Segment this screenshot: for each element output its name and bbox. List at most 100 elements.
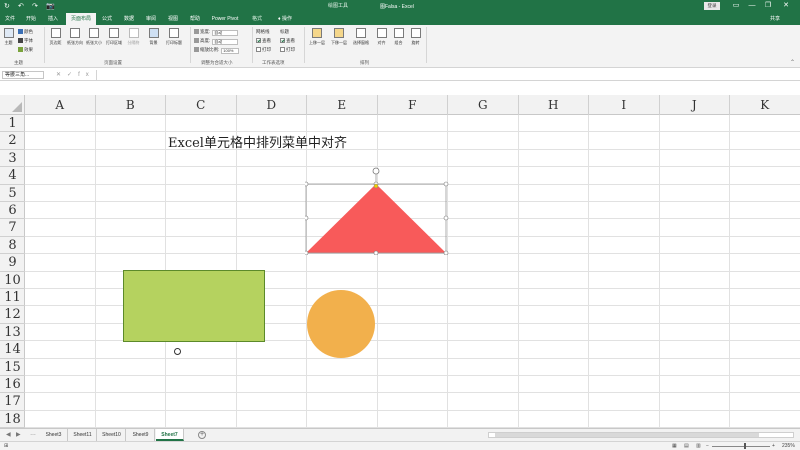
column-header-h[interactable]: H — [519, 95, 589, 115]
zoom-level[interactable]: 235% — [782, 443, 795, 449]
gridlines-print-checkbox[interactable]: 打印 — [256, 46, 271, 53]
zoom-slider-thumb[interactable] — [744, 443, 746, 449]
column-header-j[interactable]: J — [660, 95, 730, 115]
tab-help[interactable]: 帮助 — [186, 13, 204, 25]
gridlines-view-checkbox[interactable]: 查看 — [256, 37, 271, 44]
horizontal-scrollbar[interactable] — [488, 432, 794, 438]
tab-format[interactable]: 格式 — [246, 13, 268, 25]
row-header-13[interactable]: 13 — [0, 324, 25, 342]
themes-button[interactable]: 主题 — [1, 28, 16, 46]
zoom-out-icon[interactable]: − — [706, 443, 709, 449]
breaks-button[interactable]: 分隔符 — [126, 28, 141, 46]
resize-handle[interactable] — [373, 250, 379, 256]
scrollbar-thumb[interactable] — [495, 433, 759, 437]
row-header-10[interactable]: 10 — [0, 272, 25, 289]
send-backward-button[interactable]: 下移一层 — [329, 28, 349, 46]
resize-handle[interactable] — [443, 215, 449, 221]
prev-sheet-icon[interactable]: ◀ — [6, 431, 11, 438]
tab-data[interactable]: 数据 — [120, 13, 138, 25]
ribbon-display-icon[interactable]: ▭ — [730, 1, 742, 11]
background-button[interactable]: 背景 — [146, 28, 161, 46]
tab-formulas[interactable]: 公式 — [98, 13, 116, 25]
normal-view-icon[interactable]: ▦ — [672, 443, 677, 449]
row-header-11[interactable]: 11 — [0, 289, 25, 307]
redo-icon[interactable]: ↷ — [32, 2, 38, 11]
tab-power-pivot[interactable]: Power Pivot — [206, 13, 244, 25]
sheet-tab-sheet3[interactable]: Sheet3 — [40, 429, 68, 441]
resize-handle[interactable] — [443, 181, 449, 187]
resize-handle[interactable] — [443, 250, 449, 256]
zoom-in-icon[interactable]: + — [772, 443, 775, 449]
resize-handle[interactable] — [303, 250, 309, 256]
tab-view[interactable]: 视图 — [164, 13, 182, 25]
name-box[interactable]: 等腰三角... — [2, 71, 44, 79]
row-header-4[interactable]: 4 — [0, 167, 25, 185]
theme-fonts-button[interactable]: 字体 — [18, 37, 33, 44]
row-header-5[interactable]: 5 — [0, 185, 25, 202]
column-header-e[interactable]: E — [307, 95, 378, 115]
page-break-view-icon[interactable]: ▥ — [696, 443, 701, 449]
worksheet-grid[interactable]: Excel单元格中排列菜单中对齐 — [25, 115, 800, 428]
column-header-b[interactable]: B — [96, 95, 166, 115]
headings-print-checkbox[interactable]: 打印 — [280, 46, 295, 53]
bring-forward-button[interactable]: 上移一层 — [307, 28, 327, 46]
margins-button[interactable]: 页边距 — [48, 28, 63, 46]
row-header-2[interactable]: 2 — [0, 132, 25, 150]
tab-file[interactable]: 文件 — [2, 13, 18, 25]
select-all-corner[interactable] — [0, 95, 25, 115]
next-sheet-icon[interactable]: ▶ — [16, 431, 21, 438]
cell-c2-text[interactable]: Excel单元格中排列菜单中对齐 — [168, 132, 347, 151]
paper-size-button[interactable]: 纸张大小 — [86, 28, 102, 46]
insert-function-icon[interactable]: fx — [78, 72, 95, 78]
minimize-button[interactable]: — — [746, 1, 758, 11]
align-button[interactable]: 对齐 — [374, 28, 389, 46]
rectangle-shape[interactable] — [123, 270, 265, 342]
camera-icon[interactable]: 📷 — [46, 2, 55, 11]
close-button[interactable]: ✕ — [780, 1, 792, 11]
circle-shape[interactable] — [307, 290, 375, 358]
add-sheet-icon[interactable]: + — [198, 431, 206, 439]
sheet-tab-sheet9[interactable]: Sheet9 — [127, 429, 155, 441]
row-header-7[interactable]: 7 — [0, 219, 25, 237]
cancel-icon[interactable]: ✕ — [56, 72, 67, 78]
autosave-icon[interactable]: ↻ — [4, 2, 10, 11]
theme-effects-button[interactable]: 效果 — [18, 46, 33, 53]
selection-pane-button[interactable]: 选择窗格 — [351, 28, 371, 46]
headings-view-checkbox[interactable]: 查看 — [280, 37, 295, 44]
column-header-i[interactable]: I — [589, 95, 660, 115]
tab-home[interactable]: 开始 — [22, 13, 40, 25]
share-button[interactable]: 共享 — [770, 15, 780, 22]
row-header-8[interactable]: 8 — [0, 237, 25, 255]
resize-handle[interactable] — [303, 215, 309, 221]
column-header-a[interactable]: A — [25, 95, 96, 115]
triangle-shape-selection[interactable] — [303, 167, 449, 256]
tab-insert[interactable]: 插入 — [44, 13, 62, 25]
column-header-g[interactable]: G — [448, 95, 519, 115]
column-header-c[interactable]: C — [166, 95, 237, 115]
row-header-14[interactable]: 14 — [0, 341, 25, 359]
column-header-k[interactable]: K — [730, 95, 800, 115]
row-header-16[interactable]: 16 — [0, 376, 25, 394]
scale-spinner[interactable]: 100% — [221, 48, 240, 54]
page-layout-view-icon[interactable]: ▤ — [684, 443, 689, 449]
resize-handle[interactable] — [303, 181, 309, 187]
row-header-15[interactable]: 15 — [0, 359, 25, 376]
sheet-tab-sheet10[interactable]: Sheet10 — [98, 429, 126, 441]
more-sheets-icon[interactable]: … — [30, 431, 36, 437]
row-header-17[interactable]: 17 — [0, 393, 25, 411]
group-objects-button[interactable]: 组合 — [391, 28, 406, 46]
formula-input[interactable] — [96, 70, 796, 80]
height-dropdown[interactable]: 自动 — [212, 39, 239, 45]
restore-button[interactable]: ❐ — [762, 1, 774, 11]
sign-in-button[interactable]: 登录 — [704, 2, 720, 10]
zoom-slider[interactable] — [712, 446, 770, 447]
print-titles-button[interactable]: 打印标题 — [166, 28, 182, 46]
row-header-18[interactable]: 18 — [0, 411, 25, 429]
column-header-f[interactable]: F — [378, 95, 448, 115]
rotate-button[interactable]: 旋转 — [408, 28, 423, 46]
row-header-3[interactable]: 3 — [0, 150, 25, 168]
sheet-tab-sheet11[interactable]: Sheet11 — [69, 429, 97, 441]
row-header-6[interactable]: 6 — [0, 202, 25, 220]
row-header-12[interactable]: 12 — [0, 306, 25, 324]
row-header-9[interactable]: 9 — [0, 254, 25, 272]
